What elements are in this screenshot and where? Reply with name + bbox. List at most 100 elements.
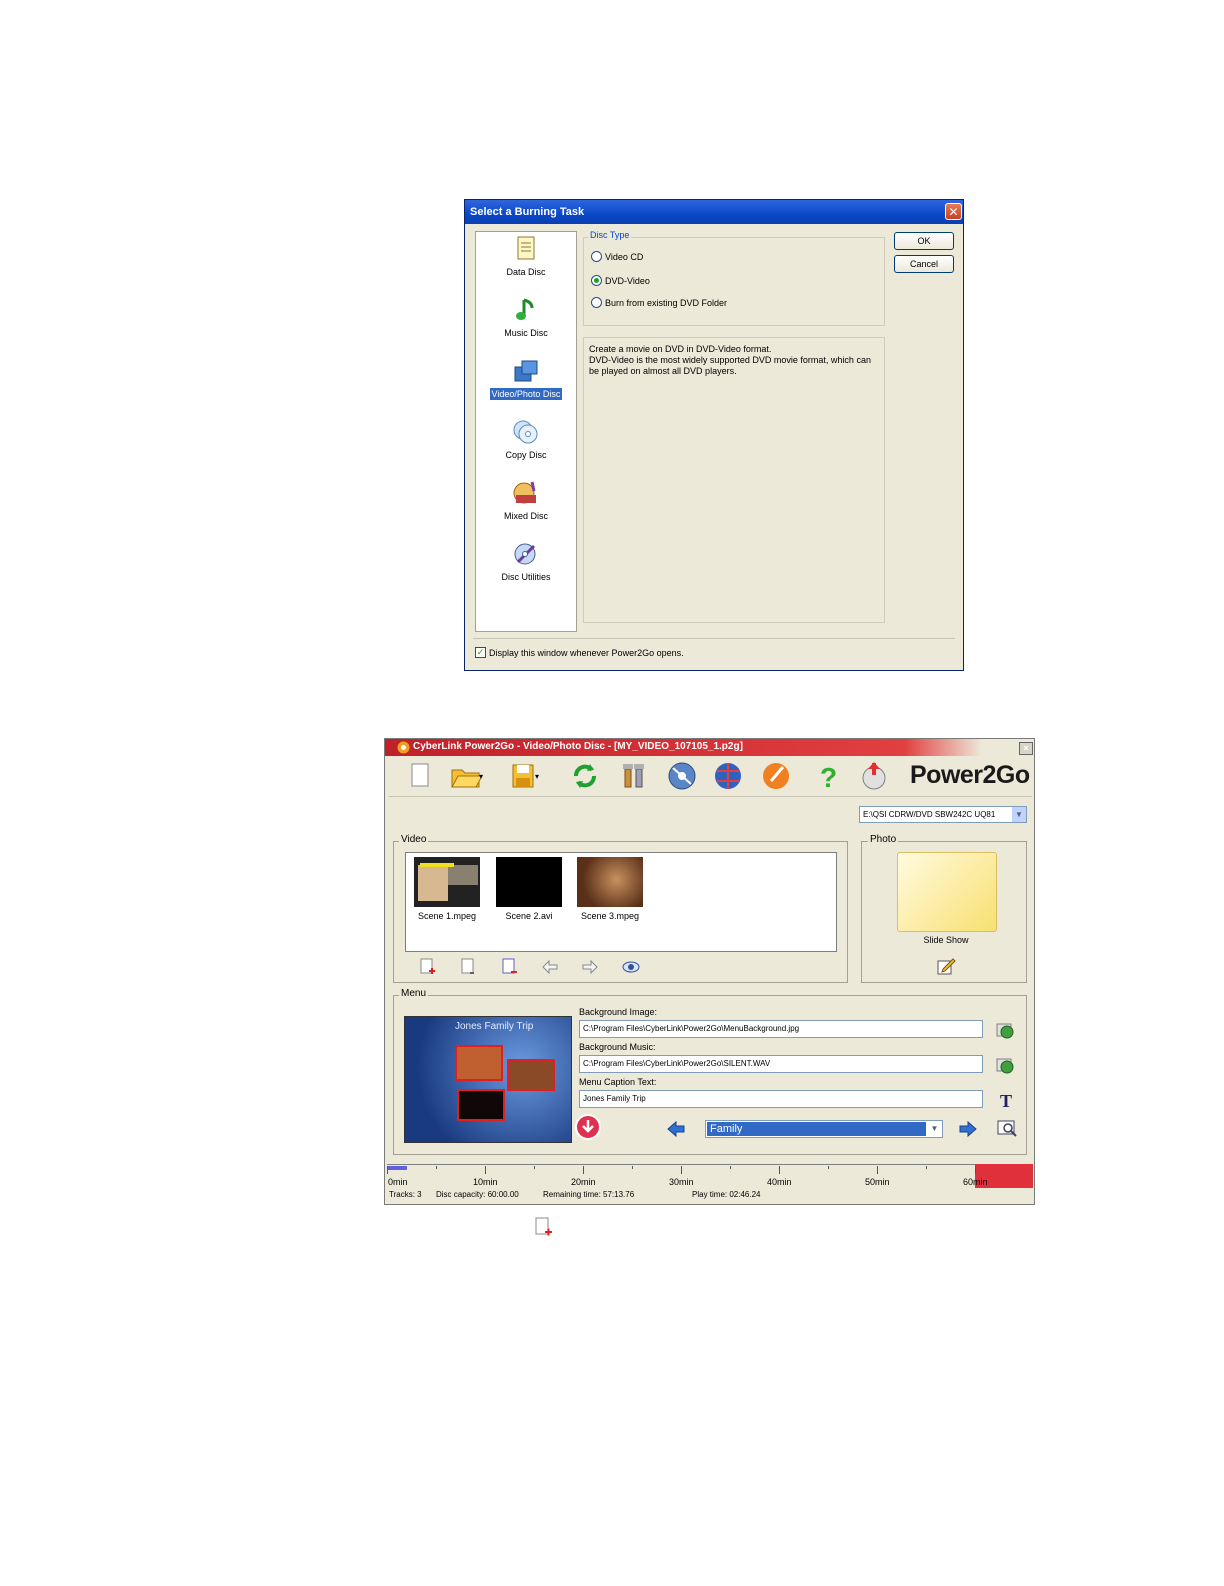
timeline-label: 50min bbox=[865, 1177, 890, 1187]
drive-select[interactable]: E:\QSI CDRW/DVD SBW242C UQ81 ▼ bbox=[859, 806, 1027, 823]
preview-menu-icon[interactable] bbox=[996, 1118, 1018, 1140]
burn-disc-icon[interactable] bbox=[759, 759, 793, 793]
disc-utilities-icon bbox=[514, 543, 536, 565]
download-template-icon[interactable] bbox=[575, 1114, 601, 1140]
exit-icon[interactable] bbox=[857, 759, 891, 793]
settings-tools-icon[interactable] bbox=[617, 759, 651, 793]
menu-preview[interactable]: Jones Family Trip bbox=[404, 1016, 572, 1143]
task-music-disc[interactable]: Music Disc bbox=[476, 296, 576, 339]
open-folder-icon[interactable]: ▾ bbox=[449, 759, 483, 793]
ok-button[interactable]: OK bbox=[894, 232, 954, 250]
move-right-icon[interactable] bbox=[580, 957, 600, 977]
menu-section-label: Menu bbox=[399, 988, 429, 999]
remove-video-icon[interactable] bbox=[499, 957, 519, 977]
edit-slideshow-icon[interactable] bbox=[936, 956, 956, 976]
timeline-tick bbox=[779, 1166, 780, 1174]
window-close-icon[interactable]: × bbox=[1019, 742, 1033, 755]
clip-thumbnail[interactable] bbox=[496, 857, 562, 907]
divider bbox=[473, 638, 955, 639]
browse-image-icon[interactable] bbox=[995, 1020, 1015, 1040]
insert-video-icon[interactable] bbox=[458, 957, 478, 977]
task-disc-utilities[interactable]: Disc Utilities bbox=[476, 540, 576, 583]
clip-label: Scene 3.mpeg bbox=[580, 911, 640, 921]
new-project-icon[interactable] bbox=[403, 759, 437, 793]
disc-burn-icon[interactable] bbox=[665, 759, 699, 793]
radio-button bbox=[591, 251, 602, 262]
copy-disc-icon bbox=[513, 420, 538, 444]
background-image-field[interactable]: C:\Program Files\CyberLink\Power2Go\Menu… bbox=[579, 1020, 983, 1038]
tracks-status: Tracks: 3 bbox=[389, 1190, 422, 1199]
caption-field[interactable]: Jones Family Trip bbox=[579, 1090, 983, 1108]
caption-label: Menu Caption Text: bbox=[579, 1077, 657, 1087]
add-video-icon bbox=[535, 1217, 552, 1236]
task-list: Data Disc Music Disc Video/Photo Disc Co… bbox=[475, 231, 577, 632]
cancel-button[interactable]: Cancel bbox=[894, 255, 954, 273]
video-section-label: Video bbox=[399, 834, 429, 845]
data-disc-icon bbox=[517, 236, 535, 260]
svg-text:?: ? bbox=[820, 762, 837, 793]
timeline-label: 30min bbox=[669, 1177, 694, 1187]
radio-button bbox=[591, 297, 602, 308]
task-copy-disc[interactable]: Copy Disc bbox=[476, 418, 576, 461]
add-video-icon[interactable] bbox=[417, 957, 437, 977]
task-mixed-disc[interactable]: Mixed Disc bbox=[476, 479, 576, 522]
clip-label: Scene 1.mpeg bbox=[417, 911, 477, 921]
description-line: DVD-Video is the most widely supported D… bbox=[589, 355, 871, 376]
menu-preview-title: Jones Family Trip bbox=[455, 1021, 534, 1032]
svg-text:▾: ▾ bbox=[479, 772, 483, 781]
timeline-tick bbox=[828, 1166, 829, 1169]
svg-text:T: T bbox=[1000, 1091, 1012, 1110]
thumb-highlight bbox=[420, 863, 454, 867]
timeline-tick bbox=[436, 1166, 437, 1169]
previous-template-icon[interactable] bbox=[666, 1119, 686, 1139]
clip-thumbnail[interactable] bbox=[414, 857, 480, 907]
description-group bbox=[583, 337, 885, 623]
radio-burn-from-folder[interactable]: Burn from existing DVD Folder bbox=[591, 297, 727, 308]
capacity-timeline[interactable]: 0min 10min 20min 30min 40min 50min 60min bbox=[387, 1164, 1033, 1188]
text-format-icon[interactable]: T bbox=[997, 1090, 1017, 1110]
timeline-ruler bbox=[387, 1164, 1033, 1165]
task-label: Video/Photo Disc bbox=[489, 388, 563, 400]
clip-thumbnail[interactable] bbox=[577, 857, 643, 907]
task-data-disc[interactable]: Data Disc bbox=[476, 235, 576, 278]
display-window-checkbox[interactable]: ✓ Display this window whenever Power2Go … bbox=[475, 647, 684, 658]
slide-show-label: Slide Show bbox=[923, 935, 969, 945]
preview-eye-icon[interactable] bbox=[621, 957, 641, 977]
mixed-disc-icon bbox=[513, 481, 536, 504]
timeline-label: 60min bbox=[963, 1177, 988, 1187]
chevron-down-icon[interactable]: ▼ bbox=[927, 1121, 942, 1137]
thumb-figure bbox=[418, 865, 448, 901]
dialog-close-icon[interactable]: ✕ bbox=[945, 203, 962, 220]
window-titlebar: CyberLink Power2Go - Video/Photo Disc - … bbox=[385, 739, 1034, 756]
description-line: Create a movie on DVD in DVD-Video forma… bbox=[589, 344, 772, 354]
browse-music-icon[interactable] bbox=[995, 1055, 1015, 1075]
timeline-tick bbox=[877, 1166, 878, 1174]
task-label: Mixed Disc bbox=[503, 511, 548, 521]
task-label: Disc Utilities bbox=[501, 572, 551, 582]
help-icon[interactable]: ? bbox=[811, 759, 845, 793]
web-update-icon[interactable] bbox=[711, 759, 745, 793]
timeline-tick bbox=[681, 1166, 682, 1174]
slide-show-folder-icon[interactable] bbox=[897, 852, 997, 932]
window-title: CyberLink Power2Go - Video/Photo Disc - … bbox=[413, 741, 743, 752]
refresh-icon[interactable] bbox=[568, 759, 602, 793]
clip-label: Scene 2.avi bbox=[505, 911, 553, 921]
next-template-icon[interactable] bbox=[958, 1119, 978, 1139]
save-icon[interactable]: ▾ bbox=[507, 759, 541, 793]
radio-dvd-video[interactable]: DVD-Video bbox=[591, 275, 650, 286]
background-music-field[interactable]: C:\Program Files\CyberLink\Power2Go\SILE… bbox=[579, 1055, 983, 1073]
template-value: Family bbox=[707, 1122, 926, 1136]
power2go-window: CyberLink Power2Go - Video/Photo Disc - … bbox=[384, 738, 1035, 1205]
task-label: Music Disc bbox=[504, 328, 548, 338]
power2go-brand: Power2Go bbox=[910, 761, 1030, 789]
task-video-photo-disc[interactable]: Video/Photo Disc bbox=[476, 357, 576, 400]
move-left-icon[interactable] bbox=[540, 957, 560, 977]
photo-section-label: Photo bbox=[868, 834, 899, 845]
template-select[interactable]: Family ▼ bbox=[705, 1120, 943, 1138]
task-description: Create a movie on DVD in DVD-Video forma… bbox=[589, 344, 879, 377]
timeline-tick bbox=[730, 1166, 731, 1169]
chevron-down-icon[interactable]: ▼ bbox=[1012, 807, 1026, 822]
timeline-tick bbox=[632, 1166, 633, 1169]
radio-video-cd[interactable]: Video CD bbox=[591, 251, 643, 262]
power2go-app-icon bbox=[397, 741, 410, 754]
